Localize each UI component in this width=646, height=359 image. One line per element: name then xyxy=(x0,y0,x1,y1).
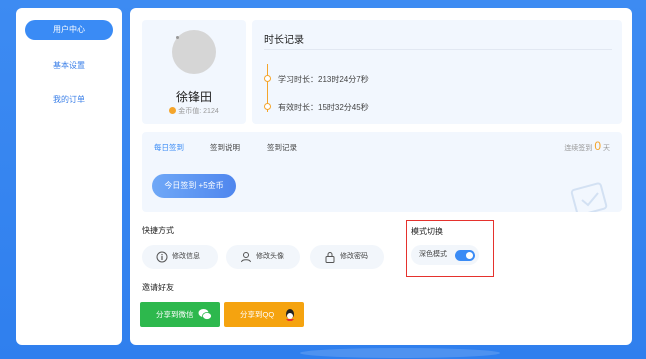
edit-info-label: 修改信息 xyxy=(172,253,200,260)
share-wechat-label: 分享到微信 xyxy=(156,310,194,319)
sidebar-item-my-orders[interactable]: 我的订单 xyxy=(25,90,113,110)
info-icon xyxy=(156,251,168,263)
coin-icon xyxy=(169,107,177,114)
profile-card: 徐锋田 金币值: 2124 xyxy=(142,20,246,124)
dark-mode-label: 深色模式 xyxy=(419,251,447,258)
decorative-glow xyxy=(300,348,500,358)
timeline-dot xyxy=(264,75,271,82)
tab-daily-sign[interactable]: 每日签到 xyxy=(154,142,184,153)
main-panel: 徐锋田 金币值: 2124 时长记录 学习时长：213时24分7秒 有效时长：1… xyxy=(130,8,632,345)
sign-in-button[interactable]: 今日签到 +5金币 xyxy=(152,174,236,198)
edit-avatar-label: 修改头像 xyxy=(256,253,284,260)
sign-in-card: 每日签到 签到说明 签到记录 连续签到 0 天 今日签到 +5金币 xyxy=(142,132,622,212)
lock-icon xyxy=(325,252,335,263)
streak-days: 0 xyxy=(594,139,601,153)
user-name: 徐锋田 xyxy=(175,90,212,104)
wechat-icon xyxy=(198,309,212,320)
study-time: 学习时长：213时24分7秒 xyxy=(278,75,369,84)
timeline-dot xyxy=(264,103,271,110)
share-qq-label: 分享到QQ xyxy=(240,310,275,319)
stamp-decoration-icon xyxy=(570,182,608,212)
effective-time: 有效时长：15时32分45秒 xyxy=(278,103,369,112)
edit-info-button[interactable]: 修改信息 xyxy=(142,245,218,269)
qq-icon xyxy=(286,309,294,321)
quick-actions-title: 快捷方式 xyxy=(142,226,174,235)
user-icon xyxy=(241,252,251,263)
dark-mode-toggle[interactable] xyxy=(455,250,475,261)
avatar-dot xyxy=(176,36,179,39)
invite-friends-title: 邀请好友 xyxy=(142,283,174,292)
streak-suffix: 天 xyxy=(603,145,610,152)
toggle-knob xyxy=(466,252,473,259)
tab-sign-rules[interactable]: 签到说明 xyxy=(210,142,240,153)
streak-prefix: 连续签到 xyxy=(564,145,593,152)
edit-password-label: 修改密码 xyxy=(340,253,368,260)
coin-value: 2124 xyxy=(203,108,219,115)
time-record-card: 时长记录 学习时长：213时24分7秒 有效时长：15时32分45秒 xyxy=(252,20,622,124)
sidebar-item-basic-settings[interactable]: 基本设置 xyxy=(25,56,113,76)
tab-sign-records[interactable]: 签到记录 xyxy=(267,142,297,153)
sign-streak: 连续签到 0 天 xyxy=(564,139,610,153)
coin-balance: 金币值: 2124 xyxy=(142,106,246,116)
time-record-title: 时长记录 xyxy=(264,35,304,46)
edit-password-button[interactable]: 修改密码 xyxy=(310,245,384,269)
mode-switch-section: 模式切换 深色模式 xyxy=(406,220,494,277)
divider xyxy=(264,49,612,50)
share-qq-button[interactable]: 分享到QQ xyxy=(224,302,304,327)
sidebar: 用户中心 基本设置 我的订单 xyxy=(16,8,122,345)
mode-switch-title: 模式切换 xyxy=(411,227,443,236)
sidebar-item-user-center[interactable]: 用户中心 xyxy=(25,20,113,40)
dark-mode-setting: 深色模式 xyxy=(411,245,479,265)
edit-avatar-button[interactable]: 修改头像 xyxy=(226,245,300,269)
share-wechat-button[interactable]: 分享到微信 xyxy=(140,302,220,327)
coin-label: 金币值: xyxy=(178,108,202,115)
